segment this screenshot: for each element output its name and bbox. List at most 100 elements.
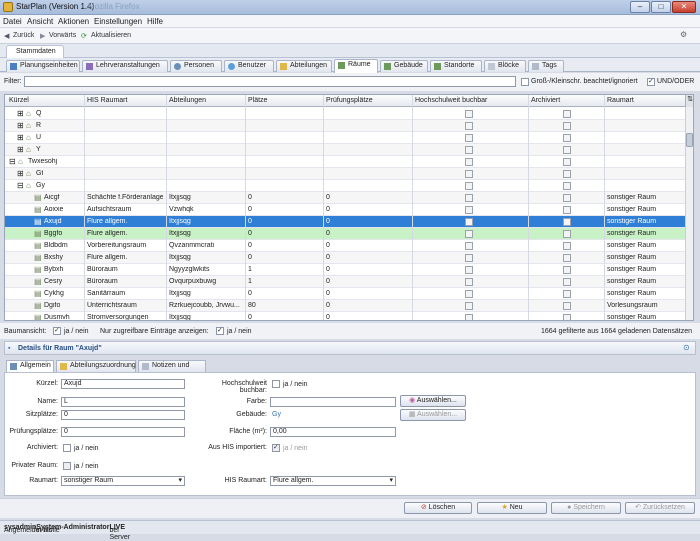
table-row[interactable]: ▤ Dusmvh Stromversorgungen Itxjjsqg 0 0 sonsti… <box>5 312 685 320</box>
archiviert-checkbox[interactable] <box>563 230 571 238</box>
tab-raeume[interactable]: Räume <box>334 59 378 73</box>
table-row[interactable]: ⊞ ⌂ Y <box>5 144 685 156</box>
tab-allgemein[interactable]: Allgemein <box>6 360 54 372</box>
expand-icon[interactable]: ⊞ <box>17 169 24 178</box>
hochschulweit-checkbox[interactable] <box>465 302 473 310</box>
close-button[interactable]: ✕ <box>672 1 696 13</box>
access-checkbox[interactable] <box>216 327 224 335</box>
col-raumart[interactable]: Raumart <box>607 97 634 104</box>
case-checkbox[interactable] <box>521 78 529 86</box>
table-row[interactable]: ▤ Aicgf Schächte f.Förderanlagen Itxjjsqg 0 0… <box>5 192 685 204</box>
flaeche-input[interactable]: 0,00 <box>270 427 396 437</box>
table-row[interactable]: ▤ Bldbdm Vorbereitungsraum Qvzanmmcrati 0 0 so… <box>5 240 685 252</box>
tab-standorte[interactable]: Standorte <box>430 60 482 72</box>
col-his-raumart[interactable]: HIS Raumart <box>87 97 127 104</box>
tab-planungseinheiten[interactable]: Planungseinheiten <box>6 60 80 72</box>
archiviert-checkbox[interactable] <box>563 146 571 154</box>
hochschulweit-checkbox[interactable] <box>465 206 473 214</box>
column-chooser-icon[interactable]: ⇅ <box>685 95 693 107</box>
archiviert-checkbox[interactable] <box>63 444 71 452</box>
his-raumart-select[interactable]: Flure allgem. ▾ <box>270 476 396 486</box>
hochschulweit-checkbox[interactable] <box>465 254 473 262</box>
table-row[interactable]: ⊞ ⌂ Gt <box>5 168 685 180</box>
filter-input[interactable] <box>24 76 516 87</box>
hochschulweit-checkbox[interactable] <box>465 266 473 274</box>
farbe-input[interactable] <box>270 397 396 407</box>
hochschulweit-checkbox[interactable] <box>465 194 473 202</box>
archiviert-checkbox[interactable] <box>563 158 571 166</box>
collapse-icon[interactable]: ⊟ <box>9 157 16 166</box>
hochschulweit-checkbox[interactable] <box>465 170 473 178</box>
archiviert-checkbox[interactable] <box>563 278 571 286</box>
col-hochschulweit[interactable]: Hochschulweit buchbar <box>415 97 487 104</box>
archiviert-checkbox[interactable] <box>563 266 571 274</box>
archiviert-checkbox[interactable] <box>563 218 571 226</box>
hochschulweit-checkbox[interactable] <box>465 122 473 130</box>
col-kuerzel[interactable]: Kürzel <box>9 97 29 104</box>
table-row[interactable]: ▤ Dgifo Unterrichtsraum Rzrkuejcoubb, Jrvwu… <box>5 300 685 312</box>
tab-abteilungen[interactable]: Abteilungen <box>276 60 332 72</box>
table-row[interactable]: ▤ Axujd Flure allgem. Itxjjsqg 0 0 sonstiger R… <box>5 216 685 228</box>
archiviert-checkbox[interactable] <box>563 206 571 214</box>
hochschulweit-checkbox[interactable] <box>465 230 473 238</box>
menu-ansicht[interactable]: Ansicht <box>27 17 53 26</box>
table-row[interactable]: ▤ Cykhg Sanitärraum Itxjjsqg 0 0 sonstiger Rau… <box>5 288 685 300</box>
expand-icon[interactable]: ⊞ <box>17 109 24 118</box>
table-row[interactable]: ⊞ ⌂ R <box>5 120 685 132</box>
tab-tags[interactable]: Tags <box>528 60 564 72</box>
col-abteilungen[interactable]: Abteilungen <box>169 97 206 104</box>
table-row[interactable]: ⊟ ⌂ Twxesohj <box>5 156 685 168</box>
archiviert-checkbox[interactable] <box>563 254 571 262</box>
table-row[interactable]: ▤ Bybxh Büroraum Ngyyzglwkits 1 0 sonstiger Ra… <box>5 264 685 276</box>
table-row[interactable]: ⊞ ⌂ Q <box>5 108 685 120</box>
andor-checkbox[interactable] <box>647 78 655 86</box>
forward-button[interactable]: Vorwärts <box>49 32 76 39</box>
menu-aktionen[interactable]: Aktionen <box>58 17 89 26</box>
col-plaetze[interactable]: Plätze <box>248 97 267 104</box>
tab-abteilungszuordnung[interactable]: Abteilungszuordnung <box>56 360 136 372</box>
tree-view-checkbox[interactable] <box>53 327 61 335</box>
hochschulweit-checkbox[interactable] <box>465 110 473 118</box>
pruefungsplaetze-input[interactable]: 0 <box>61 427 185 437</box>
farbe-select-button[interactable]: ◉ Auswählen... <box>400 395 466 407</box>
expand-icon[interactable]: ⊞ <box>17 133 24 142</box>
privat-checkbox[interactable] <box>63 462 71 470</box>
tab-personen[interactable]: Personen <box>170 60 222 72</box>
settings-icon[interactable]: ⚙ <box>680 30 687 39</box>
hochschulweit-checkbox[interactable] <box>465 182 473 190</box>
expand-icon[interactable]: ⊞ <box>17 121 24 130</box>
tab-bloecke[interactable]: Blöcke <box>484 60 526 72</box>
col-archiviert[interactable]: Archiviert <box>531 97 560 104</box>
hochschulweit-checkbox[interactable] <box>272 380 280 388</box>
new-button[interactable]: ★ Neu <box>477 502 547 514</box>
hochschulweit-checkbox[interactable] <box>465 242 473 250</box>
tab-gebaeude[interactable]: Gebäude <box>380 60 428 72</box>
table-row[interactable]: ▤ Cesry Büroraum Ovqurpuxbuwg 1 0 sonstiger Ra… <box>5 276 685 288</box>
archiviert-checkbox[interactable] <box>563 182 571 190</box>
minimize-button[interactable]: – <box>630 1 650 13</box>
col-pruefungsplaetze[interactable]: Prüfungsplätze <box>326 97 373 104</box>
expand-icon[interactable]: ⊞ <box>17 145 24 154</box>
tab-stammdaten[interactable]: Stammdaten <box>6 45 64 58</box>
kuerzel-input[interactable]: Axujd <box>61 379 185 389</box>
hochschulweit-checkbox[interactable] <box>465 158 473 166</box>
raumart-select[interactable]: sonstiger Raum ▾ <box>61 476 185 486</box>
archiviert-checkbox[interactable] <box>563 194 571 202</box>
archiviert-checkbox[interactable] <box>563 110 571 118</box>
tab-benutzer[interactable]: Benutzer <box>224 60 274 72</box>
archiviert-checkbox[interactable] <box>563 134 571 142</box>
collapse-icon[interactable]: ⊙ <box>683 343 690 352</box>
hochschulweit-checkbox[interactable] <box>465 218 473 226</box>
hochschulweit-checkbox[interactable] <box>465 146 473 154</box>
save-button[interactable]: ● Speichern <box>551 502 621 514</box>
tab-lehrveranstaltungen[interactable]: Lehrveranstaltungen <box>82 60 168 72</box>
archiviert-checkbox[interactable] <box>563 290 571 298</box>
table-row[interactable]: ▤ Bxshy Flure allgem. Itxjjsqg 0 0 sonstiger R… <box>5 252 685 264</box>
hochschulweit-checkbox[interactable] <box>465 134 473 142</box>
archiviert-checkbox[interactable] <box>563 122 571 130</box>
maximize-button[interactable]: □ <box>651 1 671 13</box>
collapse-icon[interactable]: ⊟ <box>17 181 24 190</box>
table-row[interactable]: ⊟ ⌂ Gy <box>5 180 685 192</box>
table-row[interactable]: ⊞ ⌂ U <box>5 132 685 144</box>
hochschulweit-checkbox[interactable] <box>465 278 473 286</box>
